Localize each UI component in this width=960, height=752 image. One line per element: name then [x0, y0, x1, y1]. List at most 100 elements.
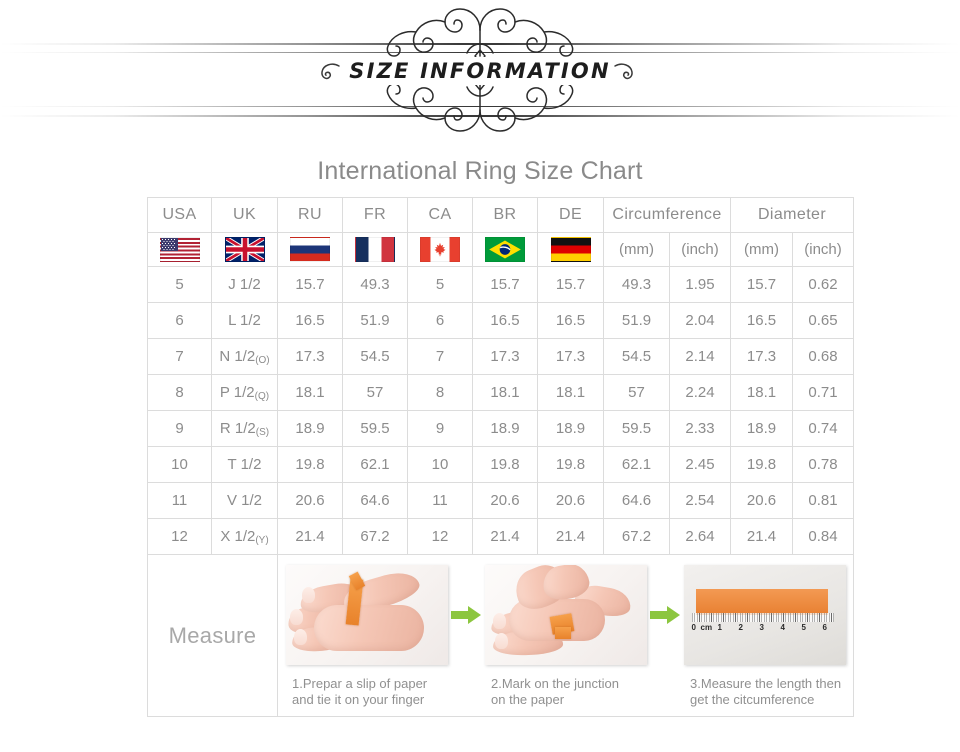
cell-circumference-mm: 62.1	[603, 446, 670, 483]
cell-ca: 11	[407, 482, 473, 519]
table-row: 11 V 1/2 20.6 64.6 11 20.6 20.6 64.6 2.54 20.6 0.8…	[147, 482, 855, 519]
table-row: 5J 1/2 15.7 49.3 5 15.7 15.7 49.3 1.95 15.7 0.62	[147, 266, 855, 303]
header-usa: USA	[147, 197, 212, 233]
uk-alternate-size: (Q)	[254, 391, 270, 402]
cell-usa: 9	[147, 410, 212, 447]
arrow-right-icon	[451, 606, 482, 624]
fingernail	[494, 633, 508, 649]
cell-fr: 67.2	[342, 518, 408, 555]
step-2-line-1: 2.Mark on the junction	[491, 676, 619, 691]
flag-brazil-icon	[485, 237, 525, 262]
flag-france-icon	[355, 237, 395, 262]
cell-circumference-inch: 1.95	[668, 266, 732, 303]
step-1-line-1: 1.Prepar a slip of paper	[292, 676, 428, 691]
cell-fr: 64.6	[342, 482, 408, 519]
cell-fr: 54.5	[342, 338, 408, 375]
cell-ru: 17.3	[277, 338, 343, 375]
cell-br: 17.3	[472, 338, 538, 375]
flag-russia-icon	[290, 237, 330, 262]
flag-cell-uk	[211, 232, 278, 267]
header-circumference-inch: (inch)	[668, 232, 732, 267]
flag-cell-br	[472, 232, 538, 267]
cell-uk: V 1/2	[211, 482, 278, 519]
cell-br: 20.6	[472, 482, 538, 519]
flag-uk-icon	[224, 237, 265, 262]
header-diameter-mm: (mm)	[730, 232, 794, 267]
cell-usa: 11	[147, 482, 212, 519]
cell-diameter-inch: 0.62	[792, 266, 855, 303]
cell-diameter-inch: 0.78	[792, 446, 855, 483]
cell-ca: 10	[407, 446, 473, 483]
cell-diameter-mm: 16.5	[730, 302, 794, 339]
cell-br: 18.1	[472, 374, 538, 411]
arrow-1-2	[449, 565, 483, 665]
measure-step-2-caption: 2.Mark on the junction on the paper	[483, 676, 648, 708]
cell-circumference-inch: 2.64	[668, 518, 732, 555]
hand-palm	[313, 605, 424, 651]
cell-usa: 10	[147, 446, 212, 483]
flag-cell-usa	[147, 232, 212, 267]
measure-label: Measure	[168, 622, 257, 648]
cell-ca: 12	[407, 518, 473, 555]
cell-fr: 51.9	[342, 302, 408, 339]
cell-ru: 20.6	[277, 482, 343, 519]
measure-steps-cell: 1.Prepar a slip of paper and tie it on y…	[276, 554, 855, 717]
cell-ca: 9	[407, 410, 473, 447]
table-row: 12 X 1/2(Y) 21.4 67.2 12 21.4 21.4 67.2 2.64 21.4…	[147, 518, 855, 555]
cell-ru: 16.5	[277, 302, 343, 339]
banner-title: SIZE INFORMATION	[327, 57, 633, 85]
table-row: 9R 1/2(S) 18.9 59.5 9 18.9 18.9 59.5 2.33 18.9 0.…	[147, 410, 855, 447]
header-fr: FR	[342, 197, 408, 233]
cell-br: 16.5	[472, 302, 538, 339]
cell-diameter-mm: 21.4	[730, 518, 794, 555]
cell-de: 18.9	[537, 410, 604, 447]
cell-circumference-mm: 59.5	[603, 410, 670, 447]
uk-alternate-size: (O)	[255, 355, 270, 366]
flag-canada-icon	[420, 237, 460, 262]
cell-diameter-mm: 17.3	[730, 338, 794, 375]
header-ca: CA	[407, 197, 473, 233]
size-information-banner: SIZE INFORMATION	[0, 0, 960, 140]
cell-diameter-mm: 18.9	[730, 410, 794, 447]
header-uk: UK	[211, 197, 278, 233]
cell-ru: 19.8	[277, 446, 343, 483]
cell-diameter-mm: 18.1	[730, 374, 794, 411]
ruler-tick-5: 5	[801, 623, 806, 632]
measure-step-1-image	[285, 565, 448, 665]
table-footer-measure: Measure 1.Prepar a slip of paper and tie…	[147, 554, 855, 717]
cell-fr: 49.3	[342, 266, 408, 303]
ruler-tick-2: 2	[738, 623, 743, 632]
cell-br: 15.7	[472, 266, 538, 303]
fingernail	[289, 609, 303, 625]
cell-fr: 62.1	[342, 446, 408, 483]
cell-ca: 5	[407, 266, 473, 303]
swirl-right-icon	[614, 63, 633, 80]
cell-usa: 8	[147, 374, 212, 411]
table-header-country-row: USA UK RU FR CA BR DE Circumference Diam…	[147, 197, 855, 233]
cell-circumference-inch: 2.14	[668, 338, 732, 375]
header-diameter-inch: (inch)	[792, 232, 855, 267]
measure-step-3: 0 cm 1 2 3 4 5 6 3.Measure the length th…	[682, 565, 847, 708]
ruler-tick-0: 0	[691, 623, 696, 632]
cell-uk: X 1/2(Y)	[211, 518, 278, 555]
cell-circumference-mm: 64.6	[603, 482, 670, 519]
cell-ru: 18.9	[277, 410, 343, 447]
cell-circumference-mm: 54.5	[603, 338, 670, 375]
flag-usa-stars	[160, 238, 178, 251]
cell-br: 19.8	[472, 446, 538, 483]
cell-usa: 12	[147, 518, 212, 555]
ruler-tick-cm: cm	[700, 623, 713, 632]
cell-uk: L 1/2	[211, 302, 278, 339]
cell-circumference-inch: 2.54	[668, 482, 732, 519]
cell-usa: 6	[147, 302, 212, 339]
header-diameter: Diameter	[730, 197, 855, 233]
fingernail	[301, 587, 315, 603]
cell-uk: P 1/2(Q)	[211, 374, 278, 411]
header-de: DE	[537, 197, 604, 233]
cell-ca: 6	[407, 302, 473, 339]
cell-circumference-inch: 2.33	[668, 410, 732, 447]
measure-step-2-image	[484, 565, 647, 665]
fingernail	[492, 613, 506, 629]
step-2-line-2: on the paper	[491, 692, 565, 707]
measure-step-3-image: 0 cm 1 2 3 4 5 6	[683, 565, 846, 665]
